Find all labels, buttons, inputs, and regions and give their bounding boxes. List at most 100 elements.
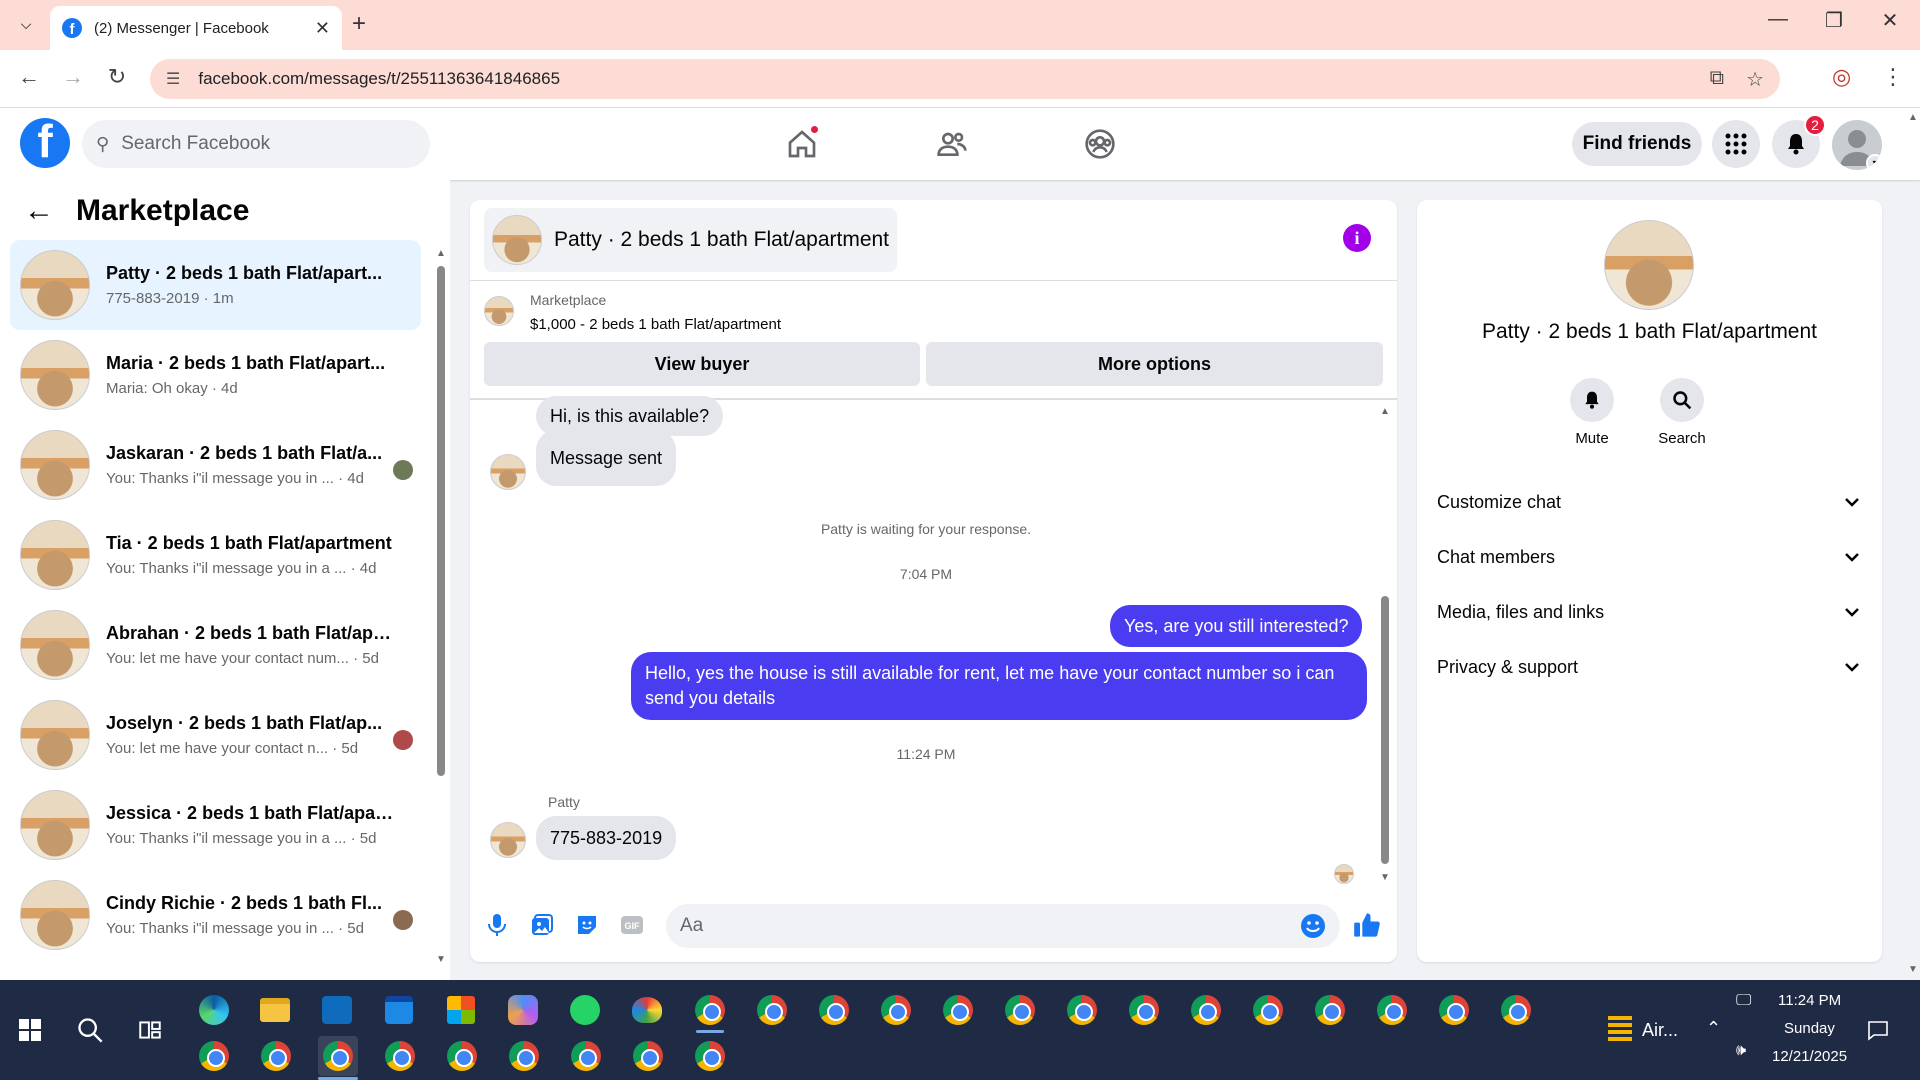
privacy-support-section[interactable]: Privacy & support	[1437, 645, 1862, 689]
mute-button[interactable]: Mute	[1557, 378, 1627, 447]
friends-icon[interactable]	[932, 124, 972, 164]
copilot-icon[interactable]	[503, 990, 543, 1030]
outlook-icon[interactable]	[317, 990, 357, 1030]
photo-icon[interactable]	[527, 910, 557, 940]
whatsapp-icon[interactable]	[565, 990, 605, 1030]
conversation-info-icon[interactable]: i	[1343, 224, 1371, 252]
chrome-icon[interactable]	[814, 990, 854, 1030]
page-scrollbar[interactable]: ▲ ▼	[1906, 112, 1920, 980]
scroll-up-icon[interactable]: ▲	[436, 248, 446, 259]
chrome-icon[interactable]	[1434, 990, 1474, 1030]
notifications-bell-icon[interactable]: 2	[1772, 114, 1826, 168]
conversation-item[interactable]: Maria · 2 beds 1 bath Flat/apart... Maria…	[10, 330, 421, 420]
conversation-item[interactable]: Jaskaran · 2 beds 1 bath Flat/a... You: T…	[10, 420, 421, 510]
chrome-icon[interactable]	[256, 1036, 296, 1076]
chrome-icon[interactable]	[1000, 990, 1040, 1030]
tab-search-chevron-icon[interactable]: ⌵	[12, 10, 40, 38]
scroll-down-icon[interactable]: ▼	[1908, 964, 1918, 975]
restore-icon[interactable]: ❐	[1814, 8, 1854, 33]
media-files-links-section[interactable]: Media, files and links	[1437, 590, 1862, 634]
chrome-icon[interactable]	[1372, 990, 1412, 1030]
chrome-icon[interactable]	[690, 1036, 730, 1076]
sidebar-scroll-thumb[interactable]	[437, 266, 445, 776]
account-chevron-icon[interactable]: ▾	[1866, 154, 1882, 170]
back-icon[interactable]: ←	[14, 64, 44, 90]
install-app-icon[interactable]: ⧉	[1710, 67, 1724, 92]
close-tab-icon[interactable]: ✕	[315, 18, 330, 39]
chat-scrollbar[interactable]: ▲ ▼	[1380, 406, 1390, 883]
search-in-conversation-button[interactable]: Search	[1647, 378, 1717, 447]
more-options-button[interactable]: More options	[926, 342, 1383, 386]
clock-day[interactable]: Sunday	[1784, 1020, 1835, 1037]
bookmark-star-icon[interactable]: ☆	[1746, 67, 1764, 92]
chrome-icon[interactable]	[938, 990, 978, 1030]
chrome-icon[interactable]	[1124, 990, 1164, 1030]
new-tab-icon[interactable]: +	[352, 10, 366, 38]
chrome-icon[interactable]	[752, 990, 792, 1030]
chrome-icon-active[interactable]	[318, 1036, 358, 1076]
forward-icon[interactable]: →	[58, 64, 88, 90]
chat-scroll-thumb[interactable]	[1381, 596, 1389, 864]
view-buyer-button[interactable]: View buyer	[484, 342, 920, 386]
chrome-icon[interactable]	[504, 1036, 544, 1076]
reload-icon[interactable]: ↻	[102, 64, 132, 90]
chat-members-section[interactable]: Chat members	[1437, 535, 1862, 579]
close-window-icon[interactable]: ✕	[1870, 8, 1910, 33]
browser-tab[interactable]: f (2) Messenger | Facebook ✕	[50, 6, 342, 50]
facebook-logo-icon[interactable]: f	[20, 118, 70, 168]
clock-date[interactable]: 12/21/2025	[1772, 1048, 1847, 1065]
conversation-item[interactable]: Joselyn · 2 beds 1 bath Flat/ap... You: l…	[10, 690, 421, 780]
customize-chat-section[interactable]: Customize chat	[1437, 480, 1862, 524]
weather-label[interactable]: Air...	[1642, 1020, 1678, 1041]
notification-center-icon[interactable]	[1858, 1010, 1898, 1050]
chevron-up-icon[interactable]: ⌃	[1706, 1018, 1721, 1039]
network-icon[interactable]: 🖵	[1736, 992, 1751, 1010]
task-view-icon[interactable]	[130, 1010, 170, 1050]
paint-icon[interactable]	[627, 990, 667, 1030]
account-avatar[interactable]: ▾	[1832, 120, 1882, 170]
chrome-icon[interactable]	[566, 1036, 606, 1076]
home-icon[interactable]	[782, 124, 822, 164]
site-info-icon[interactable]: ☰	[166, 69, 180, 89]
chrome-icon[interactable]	[876, 990, 916, 1030]
clock-time[interactable]: 11:24 PM	[1778, 992, 1841, 1009]
scroll-up-icon[interactable]: ▲	[1380, 406, 1390, 417]
chrome-icon[interactable]	[380, 1036, 420, 1076]
back-arrow-icon[interactable]: ←	[24, 194, 54, 228]
thumbs-up-icon[interactable]	[1352, 910, 1382, 940]
microphone-icon[interactable]	[482, 910, 512, 940]
chrome-icon[interactable]	[1496, 990, 1536, 1030]
taskbar-search-icon[interactable]	[70, 1010, 110, 1050]
chrome-icon[interactable]	[194, 1036, 234, 1076]
chrome-icon[interactable]	[628, 1036, 668, 1076]
conversation-item[interactable]: Abrahan · 2 beds 1 bath Flat/apa... You: …	[10, 600, 421, 690]
emoji-icon[interactable]	[1300, 913, 1326, 939]
chrome-icon[interactable]	[1310, 990, 1350, 1030]
weather-icon[interactable]	[1600, 1010, 1640, 1050]
groups-icon[interactable]	[1080, 124, 1120, 164]
menu-dots-icon[interactable]: ⋮	[1882, 64, 1904, 90]
calendar-icon[interactable]	[379, 990, 419, 1030]
windows-start-icon[interactable]	[10, 1010, 50, 1050]
chrome-icon[interactable]	[690, 990, 730, 1030]
scroll-down-icon[interactable]: ▼	[1380, 872, 1390, 883]
message-input[interactable]: Aa	[666, 904, 1340, 948]
chrome-icon[interactable]	[1062, 990, 1102, 1030]
sticker-icon[interactable]	[572, 910, 602, 940]
find-friends-button[interactable]: Find friends	[1572, 122, 1702, 166]
chrome-icon[interactable]	[1248, 990, 1288, 1030]
conversation-item[interactable]: Cindy Richie · 2 beds 1 bath Fl... You: T…	[10, 870, 421, 960]
volume-icon[interactable]: 🕪	[1736, 1042, 1746, 1060]
search-input[interactable]: ⚲ Search Facebook	[82, 120, 430, 168]
scroll-up-icon[interactable]: ▲	[1908, 112, 1918, 123]
scroll-down-icon[interactable]: ▼	[436, 954, 446, 965]
menu-grid-icon[interactable]	[1712, 120, 1760, 168]
chrome-icon[interactable]	[1186, 990, 1226, 1030]
profile-icon[interactable]: ◎	[1832, 64, 1851, 90]
microsoft-store-icon[interactable]	[441, 990, 481, 1030]
sidebar-scrollbar[interactable]: ▲ ▼	[436, 248, 446, 968]
chat-header[interactable]: Patty · 2 beds 1 bath Flat/apartment	[484, 208, 898, 272]
conversation-item[interactable]: Patty · 2 beds 1 bath Flat/apart... 775-8…	[10, 240, 421, 330]
conversation-item[interactable]: Tia · 2 beds 1 bath Flat/apartment You: T…	[10, 510, 421, 600]
file-explorer-icon[interactable]	[255, 990, 295, 1030]
